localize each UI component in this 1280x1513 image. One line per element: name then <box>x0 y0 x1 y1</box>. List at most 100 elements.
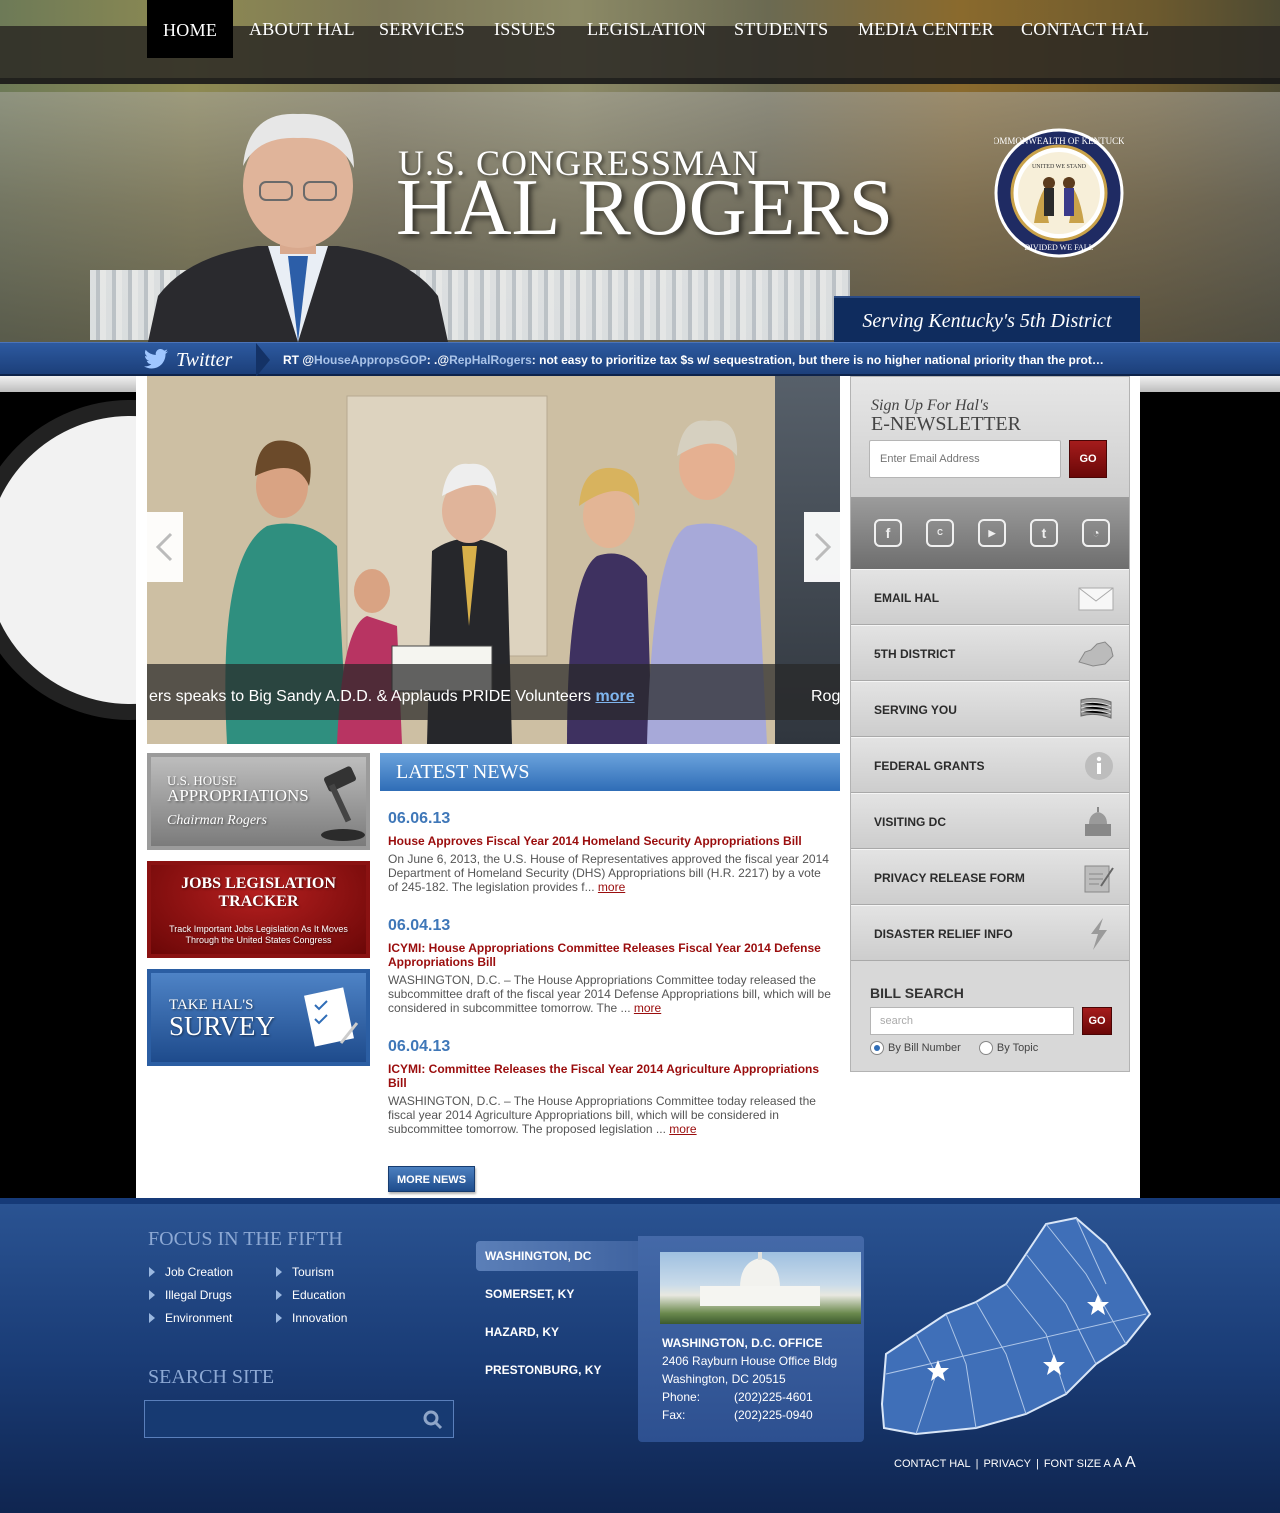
sidebar-link-serving-you[interactable]: SERVING YOU <box>851 681 1129 737</box>
slide-more-link[interactable]: more <box>595 688 634 705</box>
news-item: 06.06.13 House Approves Fiscal Year 2014… <box>388 810 833 894</box>
appropriations-banner[interactable]: U.S. HOUSE APPROPRIATIONS Chairman Roger… <box>147 753 370 850</box>
phone-label: Phone: <box>662 1390 701 1404</box>
radio-by-topic[interactable] <box>978 1041 993 1055</box>
twitter-label-text: Twitter <box>176 349 233 371</box>
nav-services[interactable]: SERVICES <box>379 0 465 64</box>
site-search-input[interactable] <box>144 1400 454 1438</box>
slider-next-button[interactable] <box>804 512 840 582</box>
slide-caption-body: ers speaks to Big Sandy A.D.D. & Applaud… <box>149 688 596 705</box>
bill-search-go-button[interactable]: GO <box>1082 1007 1112 1035</box>
office-tab-somerset[interactable]: SOMERSET, KY <box>476 1279 642 1309</box>
sidebar-link-visiting-dc[interactable]: VISITING DC <box>851 793 1129 849</box>
flag-icon <box>1080 697 1112 719</box>
slider-prev-button[interactable] <box>147 512 183 582</box>
district-map[interactable] <box>876 1214 1156 1442</box>
email-input[interactable] <box>869 440 1061 478</box>
sidebar-link-label: PRIVACY RELEASE FORM <box>874 871 1025 885</box>
survey-banner[interactable]: TAKE HAL'S SURVEY <box>147 969 370 1066</box>
focus-link-environment[interactable]: Environment <box>148 1311 232 1325</box>
enewsletter-signup: Sign Up For Hal's E-NEWSLETTER GO <box>851 377 1129 497</box>
office-tab-prestonburg[interactable]: PRESTONBURG, KY <box>476 1355 642 1385</box>
slide-caption: ers speaks to Big Sandy A.D.D. & Applaud… <box>147 664 840 720</box>
radio-by-topic-label: By Topic <box>996 1041 1039 1054</box>
nav-about-hal[interactable]: ABOUT HAL <box>249 0 355 64</box>
phone-number: (202)225-4601 <box>734 1390 813 1404</box>
sidebar-link-federal-grants[interactable]: FEDERAL GRANTS <box>851 737 1129 793</box>
tweet-text[interactable]: RT @HouseAppropsGOP: .@RepHalRogers: not… <box>283 343 1113 377</box>
news-title-link[interactable]: ICYMI: Committee Releases the Fiscal Yea… <box>388 1062 833 1090</box>
more-news-button[interactable]: MORE NEWS <box>388 1166 475 1192</box>
focus-link-job-creation[interactable]: Job Creation <box>148 1265 233 1279</box>
news-more-link[interactable]: more <box>634 1001 661 1015</box>
radio-by-bill-number[interactable] <box>870 1041 884 1055</box>
font-size-small[interactable]: A <box>1104 1458 1111 1470</box>
jobs-line-4: Through the United States Congress <box>185 935 332 945</box>
footer-privacy-link[interactable]: PRIVACY <box>983 1458 1030 1470</box>
sidebar-link-privacy-release-form[interactable]: PRIVACY RELEASE FORM <box>851 849 1129 905</box>
sidebar-link-email-hal[interactable]: EMAIL HAL <box>851 569 1129 625</box>
twitter-bar: Twitter RT @HouseAppropsGOP: .@RepHalRog… <box>0 342 1280 377</box>
nav-students[interactable]: STUDENTS <box>734 0 828 64</box>
slide-caption-text: ers speaks to Big Sandy A.D.D. & Applaud… <box>149 664 635 720</box>
focus-link-innovation[interactable]: Innovation <box>275 1311 347 1325</box>
font-size-medium[interactable]: A <box>1113 1455 1122 1470</box>
focus-link-illegal-drugs[interactable]: Illegal Drugs <box>149 1288 232 1302</box>
office-tab-washington[interactable]: WASHINGTON, DC <box>476 1241 642 1271</box>
social-links: f C ▶ t ◔ <box>851 497 1129 569</box>
jobs-line-3: Track Important Jobs Legislation As It M… <box>169 924 348 934</box>
nav-contact-hal[interactable]: CONTACT HAL <box>1021 0 1149 64</box>
jobs-tracker-banner[interactable]: JOBS LEGISLATION TRACKER Track Important… <box>147 861 370 958</box>
sidebar-link-5th-district[interactable]: 5TH DISTRICT <box>851 625 1129 681</box>
right-sidebar: Sign Up For Hal's E-NEWSLETTER GO f C ▶ … <box>850 376 1130 1072</box>
approp-line-3: Chairman Rogers <box>167 813 267 828</box>
tweet-handle-1[interactable]: HouseAppropsGOP <box>314 353 427 367</box>
office-address-2: Washington, DC 20515 <box>662 1372 786 1386</box>
seal-text-bottom: DIVIDED WE FALL <box>1024 243 1093 252</box>
nav-media-center[interactable]: MEDIA CENTER <box>858 0 994 64</box>
nav-issues[interactable]: ISSUES <box>494 0 556 64</box>
title-name: HAL ROGERS <box>396 164 894 252</box>
rss-icon[interactable]: ◔ <box>1082 519 1110 547</box>
nav-home[interactable]: HOME <box>147 0 233 58</box>
twitter-bird-icon <box>144 349 168 369</box>
news-summary: WASHINGTON, D.C. – The House Appropriati… <box>388 973 833 1015</box>
bill-search-options: By Bill Number By Topic <box>870 1041 1038 1055</box>
capitol-icon <box>1085 807 1111 836</box>
focus-link-education[interactable]: Education <box>275 1288 345 1302</box>
search-site-heading: SEARCH SITE <box>148 1366 275 1388</box>
focus-heading: FOCUS IN THE FIFTH <box>148 1228 343 1250</box>
tweet-handle-2[interactable]: RepHalRogers <box>449 353 532 367</box>
nav-legislation[interactable]: LEGISLATION <box>587 0 706 64</box>
office-tab-hazard[interactable]: HAZARD, KY <box>476 1317 642 1347</box>
footer-contact-link[interactable]: CONTACT HAL <box>894 1458 971 1470</box>
font-size-large[interactable]: A <box>1125 1454 1136 1471</box>
font-size-label: FONT SIZE <box>1043 1458 1102 1470</box>
news-title-link[interactable]: ICYMI: House Appropriations Committee Re… <box>388 941 833 969</box>
sidebar-link-disaster-relief[interactable]: DISASTER RELIEF INFO <box>851 905 1129 961</box>
search-icon[interactable] <box>423 1410 443 1430</box>
news-title-link[interactable]: House Approves Fiscal Year 2014 Homeland… <box>388 834 833 848</box>
news-summary-text: WASHINGTON, D.C. – The House Appropriati… <box>388 1094 816 1136</box>
twitter-label[interactable]: Twitter <box>140 343 270 377</box>
focus-link-tourism[interactable]: Tourism <box>275 1265 334 1279</box>
chevron-left-icon <box>155 532 173 562</box>
gavel-icon <box>321 766 365 841</box>
approp-line-2: APPROPRIATIONS <box>167 786 309 805</box>
seal-text-top: COMMONWEALTH OF KENTUCKY <box>994 136 1124 146</box>
fax-label: Fax: <box>662 1408 686 1422</box>
cspan-icon[interactable]: C <box>926 519 954 547</box>
news-more-link[interactable]: more <box>669 1122 696 1136</box>
office-name: WASHINGTON, D.C. OFFICE <box>662 1336 823 1350</box>
news-more-link[interactable]: more <box>598 880 625 894</box>
sidebar-link-label: EMAIL HAL <box>874 591 940 605</box>
bill-search-input[interactable]: search <box>870 1007 1074 1035</box>
newsletter-go-button[interactable]: GO <box>1069 440 1107 478</box>
seal-text-mid: UNITED WE STAND <box>1032 164 1087 170</box>
news-item: 06.04.13 ICYMI: Committee Releases the F… <box>388 1038 833 1136</box>
survey-clipboard-icon <box>304 987 359 1047</box>
twitter-icon[interactable]: t <box>1030 519 1058 547</box>
youtube-icon[interactable]: ▶ <box>978 519 1006 547</box>
facebook-icon[interactable]: f <box>874 519 902 547</box>
twitter-arrow <box>256 343 270 377</box>
